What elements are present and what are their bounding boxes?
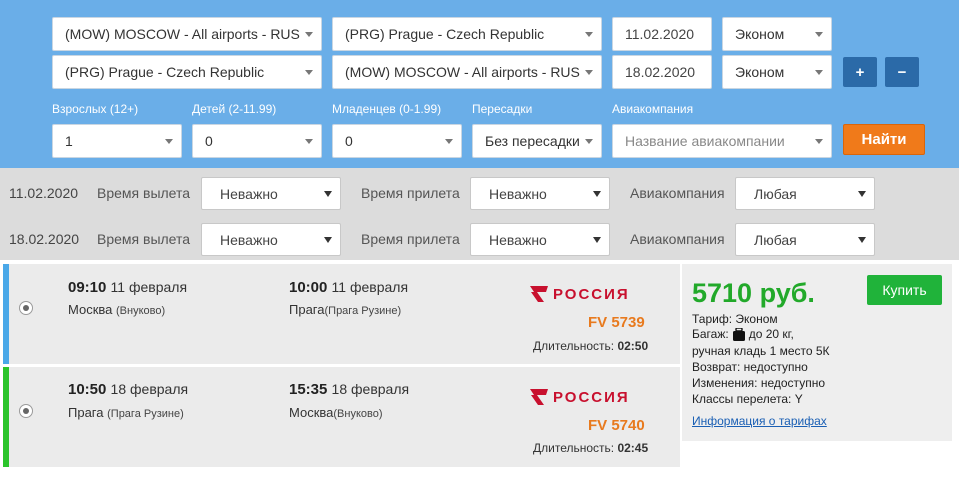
filter-panel: 11.02.2020 Время вылета Неважно Время пр…: [0, 168, 959, 260]
arrival-time-label-1: Время прилета: [361, 185, 460, 201]
departure-time-select-2[interactable]: Неважно: [201, 223, 341, 256]
departure-city: Москва (Внуково): [68, 302, 166, 317]
airline-filter-label-2: Авиакомпания: [630, 231, 725, 247]
arrival-city: Прага(Прага Рузине): [289, 302, 402, 317]
airline-filter-label-1: Авиакомпания: [630, 185, 725, 201]
chevron-down-icon: [858, 190, 866, 197]
date-input-1[interactable]: 11.02.2020: [612, 17, 712, 51]
search-panel: (MOW) MOSCOW - All airports - RUS (PRG) …: [0, 0, 959, 168]
chevron-down-icon: [593, 190, 601, 197]
flight-segment-return[interactable]: 10:50 18 февраля Прага (Прага Рузине) 15…: [3, 367, 680, 467]
classes-info: Классы перелета: Y: [692, 392, 803, 406]
adults-select[interactable]: 1: [52, 124, 182, 158]
add-route-button[interactable]: +: [843, 57, 877, 87]
departure-city: Прага (Прага Рузине): [68, 405, 184, 420]
arrival-time-select-1[interactable]: Неважно: [470, 177, 610, 210]
origin-select-1[interactable]: (MOW) MOSCOW - All airports - RUS: [52, 17, 322, 51]
filter-date-1: 11.02.2020: [9, 185, 79, 201]
duration: Длительность: 02:50: [533, 339, 649, 353]
arrival-city: Москва(Внуково): [289, 405, 383, 420]
transfers-label: Пересадки: [472, 102, 533, 116]
chevron-down-icon: [445, 139, 453, 144]
chevron-down-icon: [858, 236, 866, 243]
airline-logo: РОССИЯ: [528, 284, 630, 304]
departure-time-label-2: Время вылета: [97, 231, 191, 247]
arrival-time-label-2: Время прилета: [361, 231, 460, 247]
offer-panel: 5710 руб. Купить Тариф: Эконом Багаж: до…: [682, 264, 952, 441]
airline-input[interactable]: Название авиакомпании: [612, 124, 832, 158]
destination-select-2[interactable]: (MOW) MOSCOW - All airports - RUS: [332, 55, 602, 89]
arrival-time: 10:00 11 февраля: [289, 279, 409, 296]
airline-logo: РОССИЯ: [528, 387, 630, 407]
flight-segment-outbound[interactable]: 09:10 11 февраля Москва (Внуково) 10:00 …: [3, 264, 680, 364]
children-label: Детей (2-11.99): [192, 102, 277, 116]
price: 5710 руб.: [692, 278, 815, 308]
chevron-down-icon: [305, 139, 313, 144]
departure-time: 09:10 11 февраля: [68, 279, 188, 296]
buy-button[interactable]: Купить: [867, 275, 942, 305]
adults-label: Взрослых (12+): [52, 102, 139, 116]
segment-radio-2[interactable]: [19, 404, 33, 418]
segment-color-bar: [3, 264, 9, 364]
date-input-2[interactable]: 18.02.2020: [612, 55, 712, 89]
find-button[interactable]: Найти: [843, 124, 925, 155]
tariff-info-link[interactable]: Информация о тарифах: [692, 414, 827, 428]
departure-time-select-1[interactable]: Неважно: [201, 177, 341, 210]
chevron-down-icon: [815, 70, 823, 75]
class-select-1[interactable]: Эконом: [722, 17, 832, 51]
remove-route-button[interactable]: −: [885, 57, 919, 87]
segment-color-bar: [3, 367, 9, 467]
hand-luggage-info: ручная кладь 1 место 5К: [692, 344, 830, 358]
class-select-2[interactable]: Эконом: [722, 55, 832, 89]
chevron-down-icon: [305, 70, 313, 75]
duration: Длительность: 02:45: [533, 441, 649, 455]
infants-select[interactable]: 0: [332, 124, 462, 158]
baggage-info: Багаж: до 20 кг,: [692, 327, 794, 341]
airline-filter-select-2[interactable]: Любая: [735, 223, 875, 256]
tariff-info: Тариф: Эконом: [692, 312, 778, 326]
refund-info: Возврат: недоступно: [692, 360, 808, 374]
airline-label: Авиакомпания: [612, 102, 694, 116]
origin-select-2[interactable]: (PRG) Prague - Czech Republic: [52, 55, 322, 89]
transfers-select[interactable]: Без пересадки: [472, 124, 602, 158]
infants-label: Младенцев (0-1.99): [332, 102, 442, 116]
airline-swoosh-icon: [530, 389, 548, 405]
changes-info: Изменения: недоступно: [692, 376, 825, 390]
chevron-down-icon: [815, 32, 823, 37]
arrival-time: 15:35 18 февраля: [289, 381, 410, 398]
flight-number: FV 5740: [588, 417, 645, 434]
arrival-time-select-2[interactable]: Неважно: [470, 223, 610, 256]
chevron-down-icon: [324, 190, 332, 197]
chevron-down-icon: [585, 70, 593, 75]
suitcase-icon: [732, 327, 745, 341]
flight-number: FV 5739: [588, 314, 645, 331]
destination-select-1[interactable]: (PRG) Prague - Czech Republic: [332, 17, 602, 51]
departure-time-label-1: Время вылета: [97, 185, 191, 201]
filter-date-2: 18.02.2020: [9, 231, 80, 247]
chevron-down-icon: [815, 139, 823, 144]
chevron-down-icon: [165, 139, 173, 144]
departure-time: 10:50 18 февраля: [68, 381, 189, 398]
chevron-down-icon: [585, 32, 593, 37]
chevron-down-icon: [324, 236, 332, 243]
segment-radio-1[interactable]: [19, 301, 33, 315]
chevron-down-icon: [305, 32, 313, 37]
children-select[interactable]: 0: [192, 124, 322, 158]
chevron-down-icon: [585, 139, 593, 144]
airline-swoosh-icon: [530, 286, 548, 302]
airline-filter-select-1[interactable]: Любая: [735, 177, 875, 210]
chevron-down-icon: [593, 236, 601, 243]
